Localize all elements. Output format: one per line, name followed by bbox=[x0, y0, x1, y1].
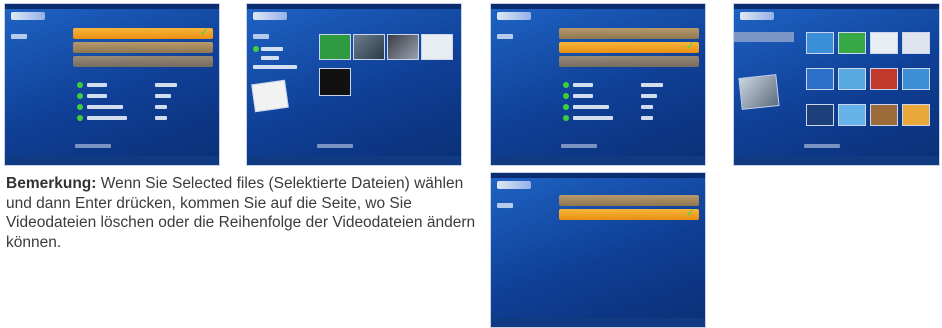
list-text bbox=[87, 116, 127, 120]
checkmark-icon: ✓ bbox=[686, 41, 695, 52]
app-logo bbox=[497, 12, 531, 20]
screenshot-2-thumbnails bbox=[246, 3, 462, 166]
list-text bbox=[253, 65, 297, 69]
list-text bbox=[87, 94, 107, 98]
list-text bbox=[641, 83, 663, 87]
note-label: Bemerkung: bbox=[6, 175, 97, 192]
screenshot-3-menu: ✓ bbox=[490, 3, 706, 166]
image-thumbnail bbox=[319, 68, 351, 96]
checkmark-icon: ✓ bbox=[200, 27, 209, 38]
sidebar-label bbox=[11, 34, 27, 39]
screenshot-bottombar bbox=[491, 156, 705, 165]
grid-tile bbox=[870, 68, 898, 90]
folder-thumbnail bbox=[319, 34, 351, 60]
sidebar-label bbox=[497, 203, 513, 208]
grid-tile bbox=[838, 68, 866, 90]
green-dot-icon bbox=[563, 93, 569, 99]
footer-text bbox=[317, 144, 353, 148]
list-text bbox=[87, 83, 107, 87]
screenshot-topbar bbox=[491, 173, 705, 178]
list-text bbox=[155, 83, 177, 87]
screenshot-topbar bbox=[5, 4, 219, 9]
green-dot-icon bbox=[77, 93, 83, 99]
image-thumbnail bbox=[387, 34, 419, 60]
image-thumbnail bbox=[353, 34, 385, 60]
photo-stack-thumbnail bbox=[738, 74, 780, 110]
list-text bbox=[155, 105, 167, 109]
footer-text bbox=[804, 144, 840, 148]
green-dot-icon bbox=[563, 82, 569, 88]
list-text bbox=[641, 105, 653, 109]
menu-item bbox=[559, 28, 699, 39]
green-dot-icon bbox=[77, 82, 83, 88]
document-thumbnail bbox=[421, 34, 453, 60]
list-text bbox=[261, 47, 283, 51]
grid-tile bbox=[870, 32, 898, 54]
sidebar-selected-item bbox=[734, 32, 794, 42]
sidebar-label bbox=[497, 34, 513, 39]
grid-tile bbox=[806, 104, 834, 126]
highlighted-menu-item: ✓ bbox=[559, 209, 699, 220]
screenshot-topbar bbox=[734, 4, 939, 9]
list-text bbox=[87, 105, 123, 109]
grid-tile bbox=[902, 32, 930, 54]
app-logo bbox=[497, 181, 531, 189]
menu-item bbox=[559, 195, 699, 206]
green-dot-icon bbox=[253, 46, 259, 52]
app-logo bbox=[740, 12, 774, 20]
list-text bbox=[573, 116, 613, 120]
screenshot-topbar bbox=[491, 4, 705, 9]
screenshot-bottombar bbox=[247, 156, 461, 165]
screenshot-bottombar bbox=[491, 318, 705, 327]
screenshot-5-selected-files: ✓ bbox=[490, 172, 706, 328]
list-text bbox=[573, 105, 609, 109]
photo-stack-thumbnail bbox=[251, 79, 289, 113]
green-dot-icon bbox=[563, 115, 569, 121]
list-text bbox=[641, 94, 657, 98]
screenshot-topbar bbox=[247, 4, 461, 9]
grid-tile bbox=[806, 32, 834, 54]
footer-text bbox=[561, 144, 597, 148]
app-logo bbox=[253, 12, 287, 20]
screenshot-1-menu: ✓ bbox=[4, 3, 220, 166]
grid-tile bbox=[838, 32, 866, 54]
grid-tile bbox=[806, 68, 834, 90]
list-text bbox=[573, 94, 593, 98]
green-dot-icon bbox=[563, 104, 569, 110]
screenshot-4-icon-grid bbox=[733, 3, 940, 166]
list-text bbox=[573, 83, 593, 87]
list-text bbox=[261, 56, 279, 60]
list-text bbox=[155, 94, 171, 98]
list-text bbox=[155, 116, 167, 120]
footer-text bbox=[75, 144, 111, 148]
app-logo bbox=[11, 12, 45, 20]
sidebar-label bbox=[253, 34, 269, 39]
screenshot-bottombar bbox=[5, 156, 219, 165]
grid-tile bbox=[838, 104, 866, 126]
grid-tile bbox=[902, 104, 930, 126]
highlighted-menu-item: ✓ bbox=[73, 28, 213, 39]
note-paragraph: Bemerkung: Wenn Sie Selected files (Sele… bbox=[6, 174, 484, 252]
checkmark-icon: ✓ bbox=[686, 208, 695, 219]
grid-tile bbox=[870, 104, 898, 126]
menu-item bbox=[559, 56, 699, 67]
list-text bbox=[641, 116, 653, 120]
green-dot-icon bbox=[77, 104, 83, 110]
highlighted-menu-item: ✓ bbox=[559, 42, 699, 53]
menu-item bbox=[73, 56, 213, 67]
screenshot-bottombar bbox=[734, 156, 939, 165]
menu-item bbox=[73, 42, 213, 53]
grid-tile bbox=[902, 68, 930, 90]
green-dot-icon bbox=[77, 115, 83, 121]
